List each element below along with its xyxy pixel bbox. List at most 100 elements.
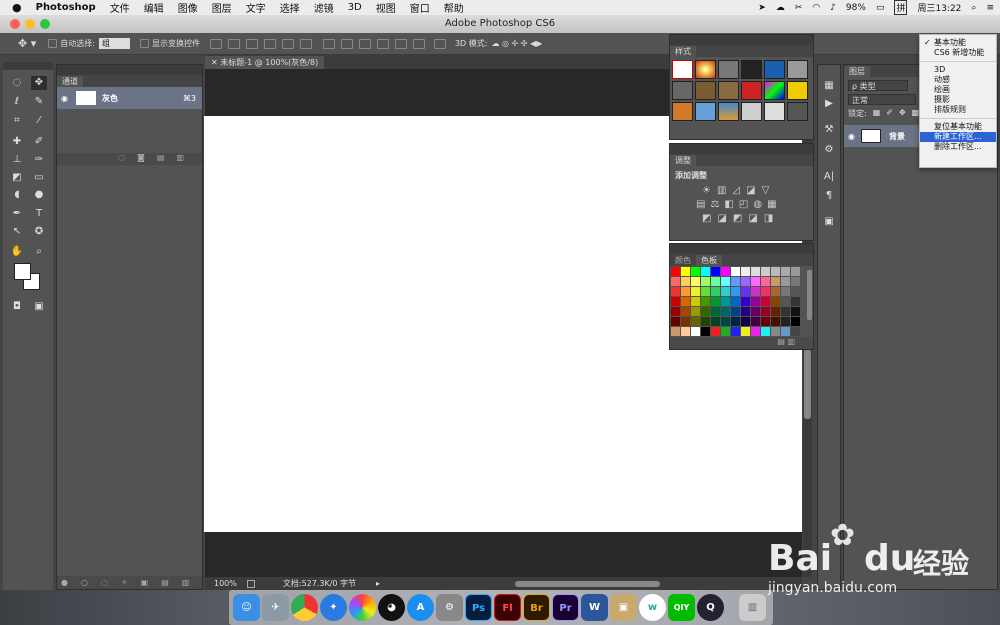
color-swatch[interactable] — [771, 287, 780, 296]
color-swatch[interactable] — [721, 287, 730, 296]
menu-layer[interactable]: 图层 — [205, 0, 239, 15]
color-swatch[interactable] — [671, 307, 680, 316]
color-swatch[interactable] — [771, 327, 780, 336]
color-swatch[interactable] — [791, 277, 800, 286]
screen-mode-icon[interactable]: ▣ — [31, 300, 47, 314]
menu-item-new-workspace[interactable]: 新建工作区... — [920, 132, 996, 142]
color-swatch[interactable] — [701, 317, 710, 326]
levels-icon[interactable]: ▥ — [717, 185, 732, 196]
color-swatch[interactable] — [681, 327, 690, 336]
close-doc-icon[interactable]: ✕ — [211, 58, 220, 67]
menu-window[interactable]: 窗口 — [403, 0, 437, 15]
tab-styles[interactable]: 样式 — [670, 46, 696, 57]
color-swatch[interactable] — [741, 307, 750, 316]
color-swatch[interactable] — [781, 317, 790, 326]
status-arrow-icon[interactable]: ▸ — [376, 579, 380, 588]
color-swatch[interactable] — [781, 267, 790, 276]
menu-item-typography[interactable]: 排版规则 — [920, 105, 996, 115]
vertical-scroll-thumb[interactable] — [804, 349, 811, 419]
gradient-tool-icon[interactable]: ▭ — [31, 171, 47, 185]
style-swatch[interactable] — [741, 102, 762, 121]
cloud-icon[interactable]: ☁ — [776, 3, 785, 13]
menu-item-painting[interactable]: 绘画 — [920, 85, 996, 95]
color-swatch[interactable] — [771, 307, 780, 316]
volume-icon[interactable]: ♪ — [830, 3, 836, 13]
menu-filter[interactable]: 滤镜 — [307, 0, 341, 15]
input-method[interactable]: 拼 — [894, 0, 908, 15]
color-swatch[interactable] — [731, 267, 740, 276]
color-swatch[interactable] — [791, 297, 800, 306]
apple-icon[interactable]: ● — [0, 1, 29, 14]
finder-icon[interactable]: ☺ — [233, 594, 260, 621]
shape-tool-icon[interactable]: ✪ — [31, 225, 47, 239]
style-swatch[interactable] — [718, 60, 739, 79]
menu-item-motion[interactable]: 动感 — [920, 75, 996, 85]
color-swatch[interactable] — [781, 297, 790, 306]
lasso-tool-icon[interactable]: ℓ — [9, 95, 25, 109]
style-swatch[interactable] — [695, 81, 716, 100]
close-window-button[interactable] — [10, 19, 20, 29]
bridge-dock-icon[interactable]: Br — [523, 594, 550, 621]
color-swatch[interactable] — [771, 267, 780, 276]
selective-color-icon[interactable]: ◪ — [748, 213, 763, 224]
properties-icon[interactable]: ▣ — [821, 215, 837, 229]
search-icon[interactable]: ⌕ — [971, 3, 976, 13]
color-swatch[interactable] — [771, 317, 780, 326]
color-swatch[interactable] — [691, 277, 700, 286]
layer-kind-filter[interactable]: ρ 类型 — [848, 80, 908, 91]
color-swatch[interactable] — [731, 307, 740, 316]
style-swatch[interactable] — [764, 81, 785, 100]
color-swatch[interactable] — [791, 287, 800, 296]
color-swatch[interactable] — [711, 297, 720, 306]
color-swatch[interactable] — [761, 297, 770, 306]
history-icon[interactable]: ▦ — [821, 79, 837, 93]
color-swatch[interactable] — [731, 287, 740, 296]
color-swatch[interactable] — [681, 317, 690, 326]
color-swatch[interactable] — [731, 317, 740, 326]
lock-transparent-icon[interactable]: ▦ — [873, 108, 881, 119]
layer-visibility-eye-icon[interactable]: ◉ — [848, 132, 855, 141]
distribute-left-icon[interactable] — [376, 38, 389, 49]
color-swatch[interactable] — [751, 287, 760, 296]
color-swatch[interactable] — [681, 297, 690, 306]
paragraph-icon[interactable]: ¶ — [821, 189, 837, 203]
color-swatch[interactable] — [701, 287, 710, 296]
color-swatch[interactable] — [741, 297, 750, 306]
word-dock-icon[interactable]: W — [581, 594, 608, 621]
menu-item-cs6-new[interactable]: CS6 新增功能 — [920, 48, 996, 58]
style-swatch[interactable] — [718, 81, 739, 100]
history-brush-icon[interactable]: ✑ — [31, 153, 47, 167]
menu-item-essentials[interactable]: ✓ 基本功能 — [920, 38, 996, 48]
menu-image[interactable]: 图像 — [171, 0, 205, 15]
threshold-icon[interactable]: ◩ — [733, 213, 748, 224]
actions-icon[interactable]: ▶ — [821, 97, 837, 111]
status-menu-icon[interactable] — [246, 579, 255, 588]
color-swatch[interactable] — [741, 327, 750, 336]
style-swatch[interactable] — [741, 60, 762, 79]
bw-icon[interactable]: ◧ — [724, 199, 738, 210]
posterize-icon[interactable]: ◪ — [717, 213, 732, 224]
color-swatch[interactable] — [751, 267, 760, 276]
color-swatch[interactable] — [791, 307, 800, 316]
wechat-icon[interactable]: w — [639, 594, 666, 621]
color-swatch[interactable] — [751, 297, 760, 306]
color-swatch[interactable] — [671, 277, 680, 286]
tool-presets-icon[interactable]: ⚙ — [821, 143, 837, 157]
system-prefs-icon[interactable]: ⚙ — [436, 594, 463, 621]
menu-help[interactable]: 帮助 — [437, 0, 471, 15]
group-icon[interactable]: ▣ — [141, 578, 149, 587]
new-layer-icon[interactable]: ▤ — [161, 578, 169, 587]
color-swatch[interactable] — [701, 327, 710, 336]
color-swatch[interactable] — [751, 307, 760, 316]
align-bottom-icon[interactable] — [245, 38, 258, 49]
color-swatch[interactable] — [671, 327, 680, 336]
color-swatch[interactable] — [721, 327, 730, 336]
style-swatch[interactable] — [695, 60, 716, 79]
hand-tool-icon[interactable]: ✋ — [9, 245, 25, 259]
color-swatch[interactable] — [681, 287, 690, 296]
color-swatch[interactable] — [741, 267, 750, 276]
distribute-hcenter-icon[interactable] — [394, 38, 407, 49]
align-right-icon[interactable] — [299, 38, 312, 49]
move-tool-icon[interactable]: ✥ — [31, 76, 47, 90]
color-swatch[interactable] — [791, 317, 800, 326]
